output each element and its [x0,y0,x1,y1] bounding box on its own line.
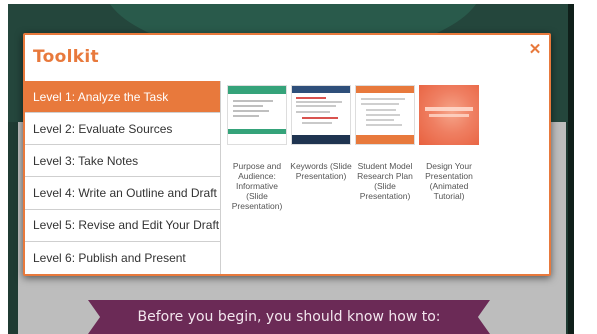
resource-label[interactable]: Student Model Research Plan (Slide Prese… [352,161,418,201]
modal-header: Toolkit ✕ [25,35,549,81]
resource-label[interactable]: Design Your Presentation (Animated Tutor… [416,161,482,201]
resource-label[interactable]: Keywords (Slide Presentation) [288,161,354,181]
resource-keywords[interactable]: Keywords (Slide Presentation) [288,85,354,274]
resource-purpose-audience[interactable]: Purpose and Audience: Informative (Slide… [227,85,287,274]
resource-label[interactable]: Purpose and Audience: Informative (Slide… [224,161,290,211]
level-item-2[interactable]: Level 2: Evaluate Sources [25,113,220,146]
background-edge [568,4,574,334]
modal-body: Level 1: Analyze the Task Level 2: Evalu… [25,81,549,274]
tutorial-thumbnail[interactable] [419,85,479,145]
resource-research-plan[interactable]: Student Model Research Plan (Slide Prese… [355,85,415,274]
level-item-3[interactable]: Level 3: Take Notes [25,145,220,178]
background-banner: Before you begin, you should know how to… [88,300,490,334]
level-item-6[interactable]: Level 6: Publish and Present [25,242,220,274]
level-item-5[interactable]: Level 5: Revise and Edit Your Draft [25,210,220,242]
level-item-1[interactable]: Level 1: Analyze the Task [25,81,220,114]
resource-grid: Purpose and Audience: Informative (Slide… [221,81,549,274]
resource-design-presentation[interactable]: Design Your Presentation (Animated Tutor… [419,85,479,274]
slide-thumbnail[interactable] [355,85,415,145]
close-icon[interactable]: ✕ [528,42,542,57]
level-item-4[interactable]: Level 4: Write an Outline and Draft [25,177,220,210]
modal-title: Toolkit [33,47,99,67]
toolkit-modal: Toolkit ✕ Level 1: Analyze the Task Leve… [23,33,551,276]
slide-thumbnail[interactable] [227,85,287,145]
slide-thumbnail[interactable] [291,85,351,145]
level-list: Level 1: Analyze the Task Level 2: Evalu… [25,81,221,274]
